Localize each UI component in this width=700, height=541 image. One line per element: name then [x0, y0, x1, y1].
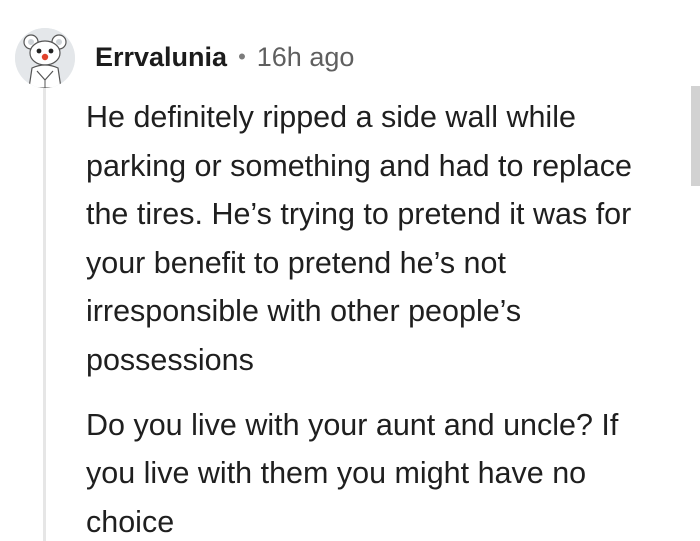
comment-text-line: parking or something and had to replace [86, 148, 632, 183]
comment-text-line: Do you live with your aunt and uncle? If [86, 407, 619, 442]
comment-text-line: possessions [86, 342, 254, 377]
username-link[interactable]: Errvalunia [95, 42, 227, 73]
comment-text-line: your benefit to pretend he’s not [86, 245, 506, 280]
thread-line[interactable] [43, 88, 46, 541]
comment-text-line: He definitely ripped a side wall while [86, 100, 576, 134]
comment-paragraph-2: Do you live with your aunt and uncle? If… [86, 401, 696, 541]
comment-text-line: you live with them you might have no [86, 456, 587, 491]
timestamp: 16h ago [256, 41, 355, 72]
avatar-graphic [15, 28, 75, 88]
comment-text-line: irresponsible with other people’s [86, 294, 522, 329]
scrollbar-thumb[interactable] [691, 86, 700, 186]
comment: Errvalunia • 16h ago He definitely rippe… [0, 0, 700, 541]
comment-header: Errvalunia • 16h ago [95, 40, 354, 74]
comment-text-line: choice [86, 504, 175, 539]
comment-text-line: the tires. He’s trying to pretend it was… [86, 197, 632, 232]
comment-paragraph-1: He definitely ripped a side wall while p… [86, 93, 696, 385]
comment-body: He definitely ripped a side wall while p… [86, 93, 696, 541]
separator-dot: • [238, 44, 246, 69]
snoo-avatar-icon[interactable] [15, 28, 75, 88]
